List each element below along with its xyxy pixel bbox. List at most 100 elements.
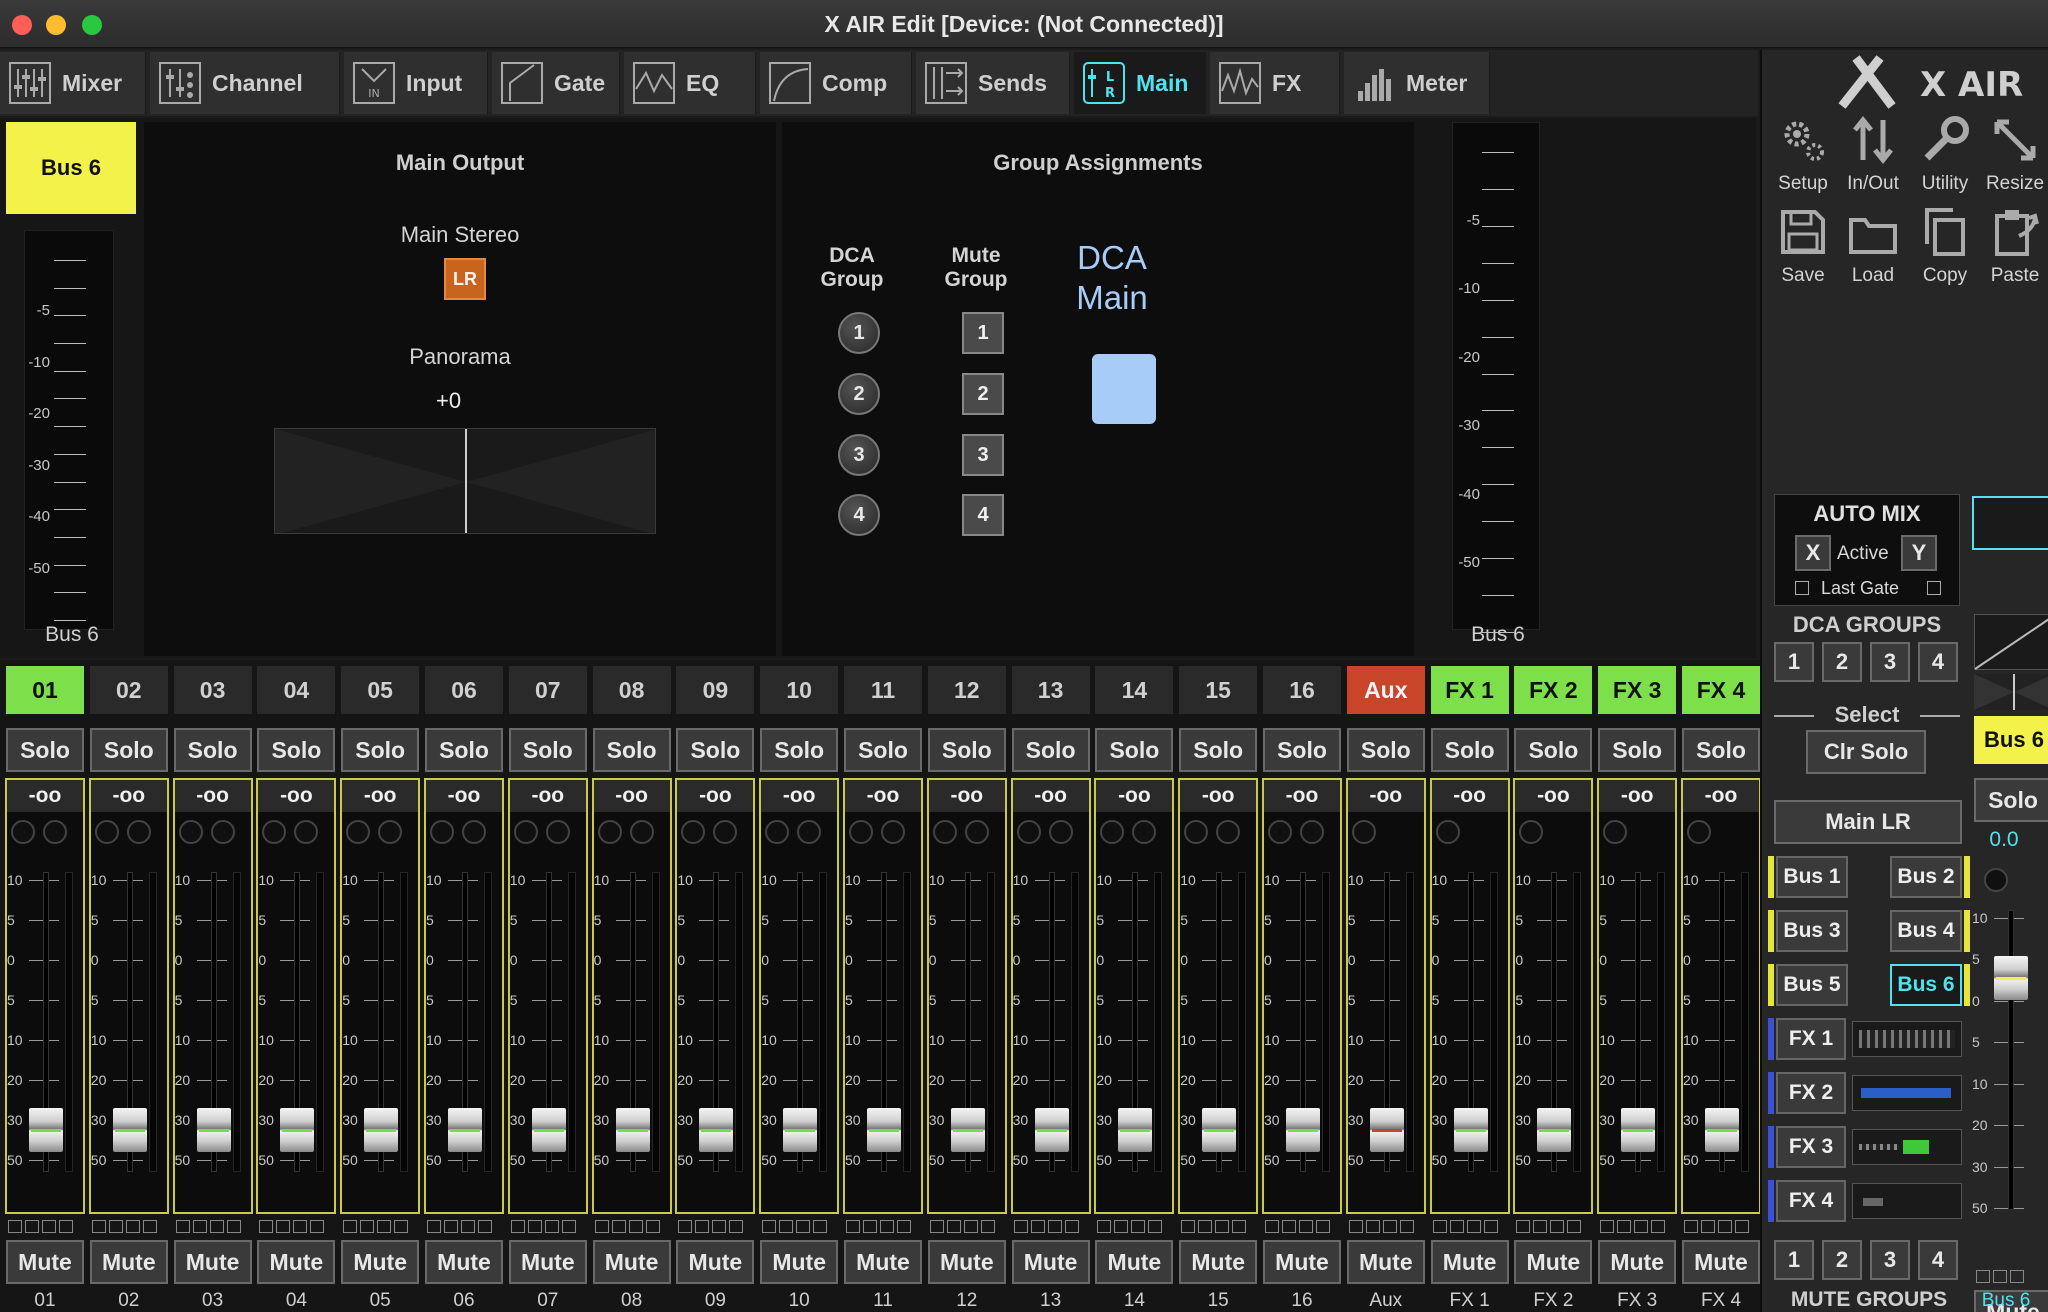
- utility-button[interactable]: Utility: [1912, 114, 1978, 202]
- fader-knob[interactable]: [1537, 1108, 1572, 1152]
- assign-box[interactable]: [1617, 1220, 1632, 1233]
- mute-button[interactable]: Mute: [173, 1240, 252, 1284]
- assign-box[interactable]: [25, 1220, 39, 1233]
- bus-5-button[interactable]: Bus 5: [1776, 964, 1848, 1006]
- assign-box[interactable]: [1516, 1220, 1531, 1233]
- mute-group-select-2[interactable]: 2: [1822, 1240, 1862, 1280]
- assign-box[interactable]: [1064, 1220, 1079, 1233]
- send-rotary[interactable]: [126, 820, 151, 844]
- fader-knob[interactable]: [1034, 1108, 1069, 1152]
- fader-knob[interactable]: [448, 1108, 482, 1152]
- solo-button[interactable]: Solo: [6, 728, 84, 772]
- assign-box[interactable]: [394, 1220, 409, 1233]
- bus-strip-solo-button[interactable]: Solo: [1974, 778, 2048, 822]
- solo-button[interactable]: Solo: [257, 728, 336, 772]
- channel-name[interactable]: 04: [257, 666, 336, 714]
- channel-name[interactable]: 15: [1179, 666, 1258, 714]
- mute-button[interactable]: Mute: [760, 1240, 839, 1284]
- assign-box[interactable]: [1232, 1220, 1247, 1233]
- assign-box[interactable]: [695, 1220, 710, 1233]
- assign-box[interactable]: [125, 1220, 140, 1233]
- send-rotary[interactable]: [1100, 820, 1125, 844]
- send-rotary[interactable]: [629, 820, 654, 844]
- mute-button[interactable]: Mute: [592, 1240, 671, 1284]
- assign-box[interactable]: [259, 1220, 274, 1233]
- assign-box[interactable]: [91, 1220, 106, 1233]
- clr-solo-button[interactable]: Clr Solo: [1806, 730, 1926, 774]
- assign-box[interactable]: [1701, 1220, 1715, 1233]
- send-rotary[interactable]: [597, 820, 622, 844]
- mute-button[interactable]: Mute: [676, 1240, 755, 1284]
- send-rotary[interactable]: [545, 820, 570, 844]
- last-gate-checkbox-left[interactable]: [1795, 581, 1809, 595]
- fader-knob[interactable]: [29, 1108, 63, 1152]
- assign-box[interactable]: [1382, 1220, 1397, 1233]
- assign-box[interactable]: [544, 1220, 559, 1233]
- assign-box[interactable]: [1148, 1220, 1163, 1233]
- bus-2-button[interactable]: Bus 2: [1890, 856, 1962, 898]
- send-rotary[interactable]: [964, 820, 989, 844]
- load-button[interactable]: Load: [1840, 206, 1906, 294]
- assign-box[interactable]: [310, 1220, 325, 1233]
- lr-button[interactable]: LR: [444, 258, 486, 300]
- channel-name[interactable]: FX 1: [1430, 666, 1509, 714]
- fader-knob[interactable]: [364, 1108, 399, 1152]
- save-button[interactable]: Save: [1770, 206, 1836, 294]
- mute-button[interactable]: Mute: [1011, 1240, 1090, 1284]
- assign-box[interactable]: [444, 1220, 458, 1233]
- mute-button[interactable]: Mute: [425, 1240, 503, 1284]
- channel-name[interactable]: 01: [6, 666, 84, 714]
- main-lr-button[interactable]: Main LR: [1774, 800, 1962, 844]
- assign-box[interactable]: [427, 1220, 441, 1233]
- tab-fx[interactable]: FX: [1210, 52, 1340, 114]
- fader-knob[interactable]: [1369, 1108, 1404, 1152]
- send-rotary[interactable]: [430, 820, 454, 844]
- channel-name[interactable]: 14: [1095, 666, 1174, 714]
- assign-box[interactable]: [1735, 1220, 1749, 1233]
- fx-3-preview[interactable]: [1852, 1129, 1962, 1165]
- assign-box[interactable]: [846, 1220, 860, 1233]
- assign-box[interactable]: [1030, 1220, 1045, 1233]
- assign-box[interactable]: [897, 1220, 911, 1233]
- tab-sends[interactable]: Sends: [916, 52, 1070, 114]
- solo-button[interactable]: Solo: [341, 728, 420, 772]
- channel-name[interactable]: FX 2: [1514, 666, 1593, 714]
- assign-box[interactable]: [594, 1220, 609, 1233]
- assign-box[interactable]: [1466, 1220, 1481, 1233]
- assign-box[interactable]: [1013, 1220, 1028, 1233]
- solo-button[interactable]: Solo: [927, 728, 1006, 772]
- fx-2-button[interactable]: FX 2: [1776, 1072, 1846, 1114]
- channel-name[interactable]: 11: [844, 666, 922, 714]
- assign-box[interactable]: [863, 1220, 877, 1233]
- send-rotary[interactable]: [765, 820, 790, 844]
- assign-box[interactable]: [813, 1220, 828, 1233]
- assign-box[interactable]: [1131, 1220, 1146, 1233]
- tab-eq[interactable]: EQ: [624, 52, 756, 114]
- channel-name[interactable]: 07: [508, 666, 587, 714]
- fader-knob[interactable]: [1994, 956, 2028, 1000]
- assign-box[interactable]: [461, 1220, 475, 1233]
- channel-name[interactable]: 05: [341, 666, 420, 714]
- fader-knob[interactable]: [112, 1108, 147, 1152]
- assign-box[interactable]: [8, 1220, 22, 1233]
- solo-button[interactable]: Solo: [760, 728, 839, 772]
- assign-box[interactable]: [1299, 1220, 1313, 1233]
- send-rotary[interactable]: [1351, 820, 1376, 844]
- assign-box[interactable]: [1634, 1220, 1649, 1233]
- bus-4-button[interactable]: Bus 4: [1890, 910, 1962, 952]
- dca-group-1[interactable]: 1: [838, 312, 880, 354]
- assign-box[interactable]: [108, 1220, 123, 1233]
- send-rotary[interactable]: [513, 820, 538, 844]
- assign-box[interactable]: [1651, 1220, 1666, 1233]
- mute-group-3[interactable]: 3: [962, 434, 1004, 476]
- mute-button[interactable]: Mute: [341, 1240, 420, 1284]
- assign-box[interactable]: [510, 1220, 525, 1233]
- tab-mixer[interactable]: Mixer: [0, 52, 146, 114]
- dca-select-2[interactable]: 2: [1822, 642, 1862, 682]
- auto-mix-y-button[interactable]: Y: [1901, 535, 1937, 571]
- send-rotary[interactable]: [1132, 820, 1157, 844]
- channel-name[interactable]: Aux: [1346, 666, 1425, 714]
- assign-box[interactable]: [478, 1220, 492, 1233]
- solo-button[interactable]: Solo: [1430, 728, 1509, 772]
- mute-group-2[interactable]: 2: [962, 373, 1004, 415]
